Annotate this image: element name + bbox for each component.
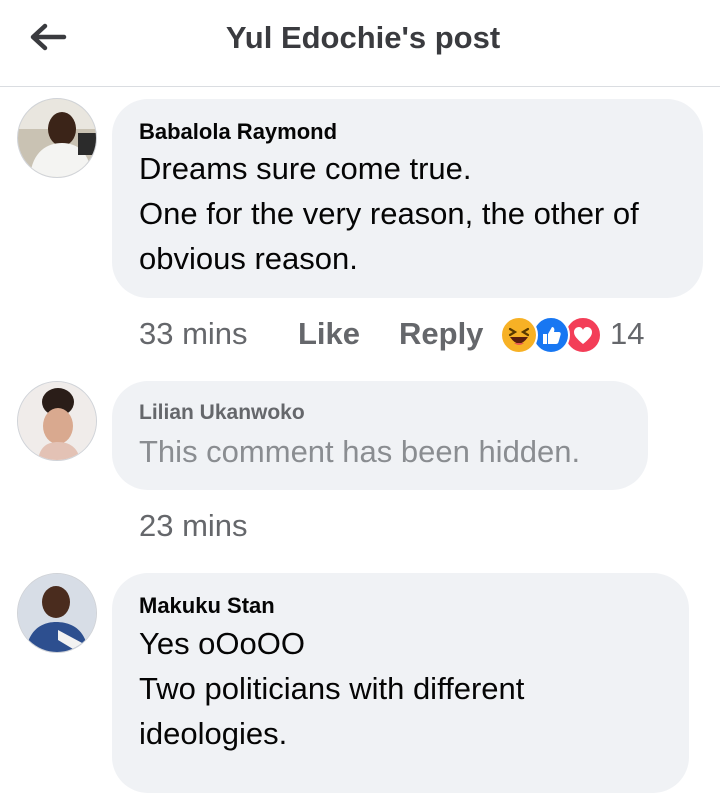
comment-author[interactable]: Makuku Stan: [139, 593, 275, 619]
comment-text: Yes oOoOO: [139, 626, 306, 661]
comment-text: obvious reason.: [139, 241, 358, 276]
comment-text: Dreams sure come true.: [139, 151, 472, 186]
page-title: Yul Edochie's post: [225, 20, 501, 55]
comment-text: One for the very reason, the other of: [139, 196, 639, 231]
comment-author[interactable]: Lilian Ukanwoko: [139, 401, 305, 425]
like-button[interactable]: Like: [298, 316, 360, 352]
comment-time: 23 mins: [139, 508, 248, 543]
comment-bubble: Babalola Raymond Dreams sure come true. …: [112, 99, 703, 298]
comment-bubble: Lilian Ukanwoko This comment has been hi…: [112, 381, 648, 490]
profile-photo: [18, 382, 96, 460]
haha-reaction-icon: [500, 316, 538, 354]
reactions-summary[interactable]: 14: [500, 316, 660, 356]
avatar[interactable]: [17, 573, 97, 653]
profile-photo: [18, 574, 96, 652]
reaction-count: 14: [610, 316, 645, 351]
avatar[interactable]: [17, 381, 97, 461]
reply-button[interactable]: Reply: [399, 316, 483, 352]
comment-time: 33 mins: [139, 316, 248, 351]
comment-author[interactable]: Babalola Raymond: [139, 119, 337, 145]
comment-text: ideologies.: [139, 716, 288, 751]
top-bar: Yul Edochie's post: [0, 0, 720, 87]
avatar[interactable]: [17, 98, 97, 178]
hidden-comment-text: This comment has been hidden.: [139, 434, 581, 469]
comment-bubble: Makuku Stan Yes oOoOO Two politicians wi…: [112, 573, 689, 793]
profile-photo: [18, 99, 96, 177]
comment-text: Two politicians with different: [139, 671, 525, 706]
